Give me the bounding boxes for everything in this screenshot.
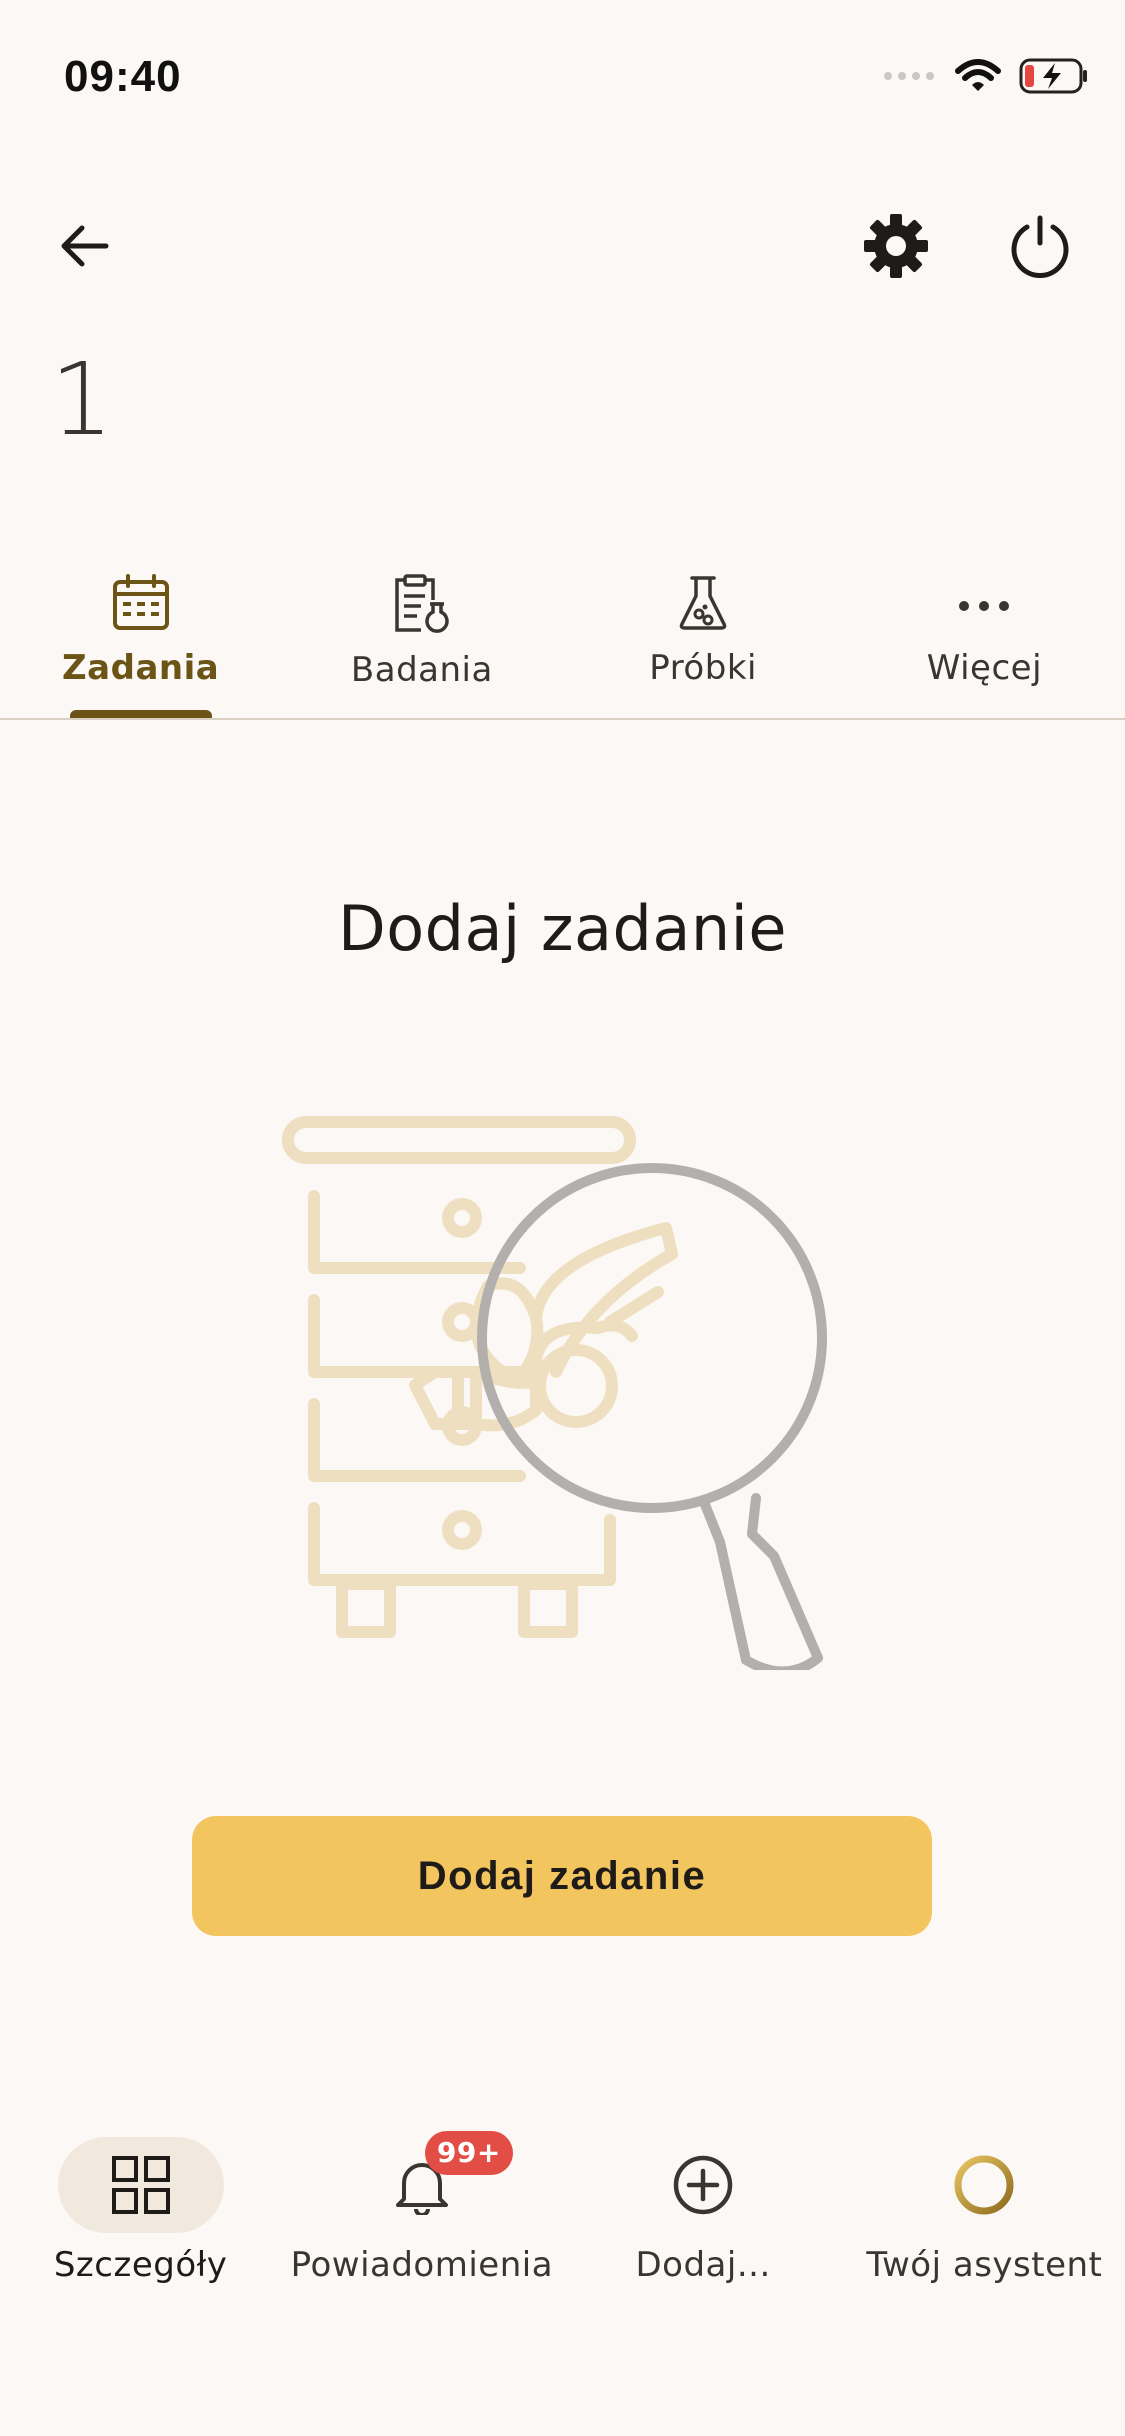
nav-icon-container (620, 2137, 786, 2233)
empty-state-title: Dodaj zadanie (337, 892, 787, 965)
flask-icon (679, 576, 727, 630)
tab-wiecej[interactable]: Więcej (844, 560, 1125, 718)
hive-number: 1 (50, 341, 114, 458)
nav-label: Twój asystent (866, 2245, 1103, 2285)
nav-item-asystent[interactable]: Twój asystent (844, 2110, 1125, 2310)
tab-zadania[interactable]: Zadania (0, 560, 281, 718)
nav-item-dodaj[interactable]: Dodaj... (563, 2110, 844, 2310)
arrow-left-icon (61, 225, 109, 267)
power-icon (1011, 215, 1069, 278)
grid-icon (111, 2156, 170, 2214)
signal-icon (884, 72, 934, 80)
tab-label: Badania (350, 650, 493, 690)
add-task-button[interactable]: Dodaj zadanie (192, 1816, 932, 1936)
assistant-ring-icon (954, 2155, 1014, 2215)
wifi-icon (955, 59, 1001, 91)
nav-label: Dodaj... (635, 2245, 771, 2285)
battery-charging-icon (1019, 58, 1087, 94)
active-tab-indicator (69, 710, 212, 718)
clipboard-flask-icon (395, 574, 449, 633)
tab-label: Próbki (649, 648, 757, 688)
nav-label: Szczegóły (53, 2245, 228, 2285)
calendar-icon (112, 574, 169, 630)
tab-label: Zadania (62, 648, 220, 688)
notification-badge: 99+ (424, 2131, 513, 2175)
back-button[interactable] (34, 196, 134, 296)
nav-item-powiadomienia[interactable]: 99+ Powiadomienia (281, 2110, 562, 2310)
gear-icon (864, 214, 928, 278)
nav-icon-container (901, 2137, 1067, 2233)
more-horizontal-icon (959, 601, 1010, 611)
tab-bar: Zadania Badania Próbki Więcej (0, 560, 1125, 718)
nav-icon-container: 99+ (339, 2131, 513, 2233)
tabs-divider (0, 718, 1125, 720)
nav-item-szczegoly[interactable]: Szczegóły (0, 2110, 281, 2310)
bottom-navigation: Szczegóły 99+ Powiadomienia Dodaj... Twó… (0, 2110, 1125, 2310)
nav-label: Powiadomienia (290, 2245, 554, 2285)
tab-badania[interactable]: Badania (281, 560, 562, 718)
status-icons (883, 58, 1089, 94)
power-button[interactable] (990, 196, 1090, 296)
nav-icon-container (57, 2137, 224, 2233)
settings-button[interactable] (846, 196, 946, 296)
status-time: 09:40 (64, 52, 182, 101)
beehive-magnifier-bee-illustration (282, 1116, 827, 1670)
plus-circle-icon (673, 2155, 733, 2215)
tab-probki[interactable]: Próbki (563, 560, 844, 718)
tab-label: Więcej (926, 648, 1043, 688)
